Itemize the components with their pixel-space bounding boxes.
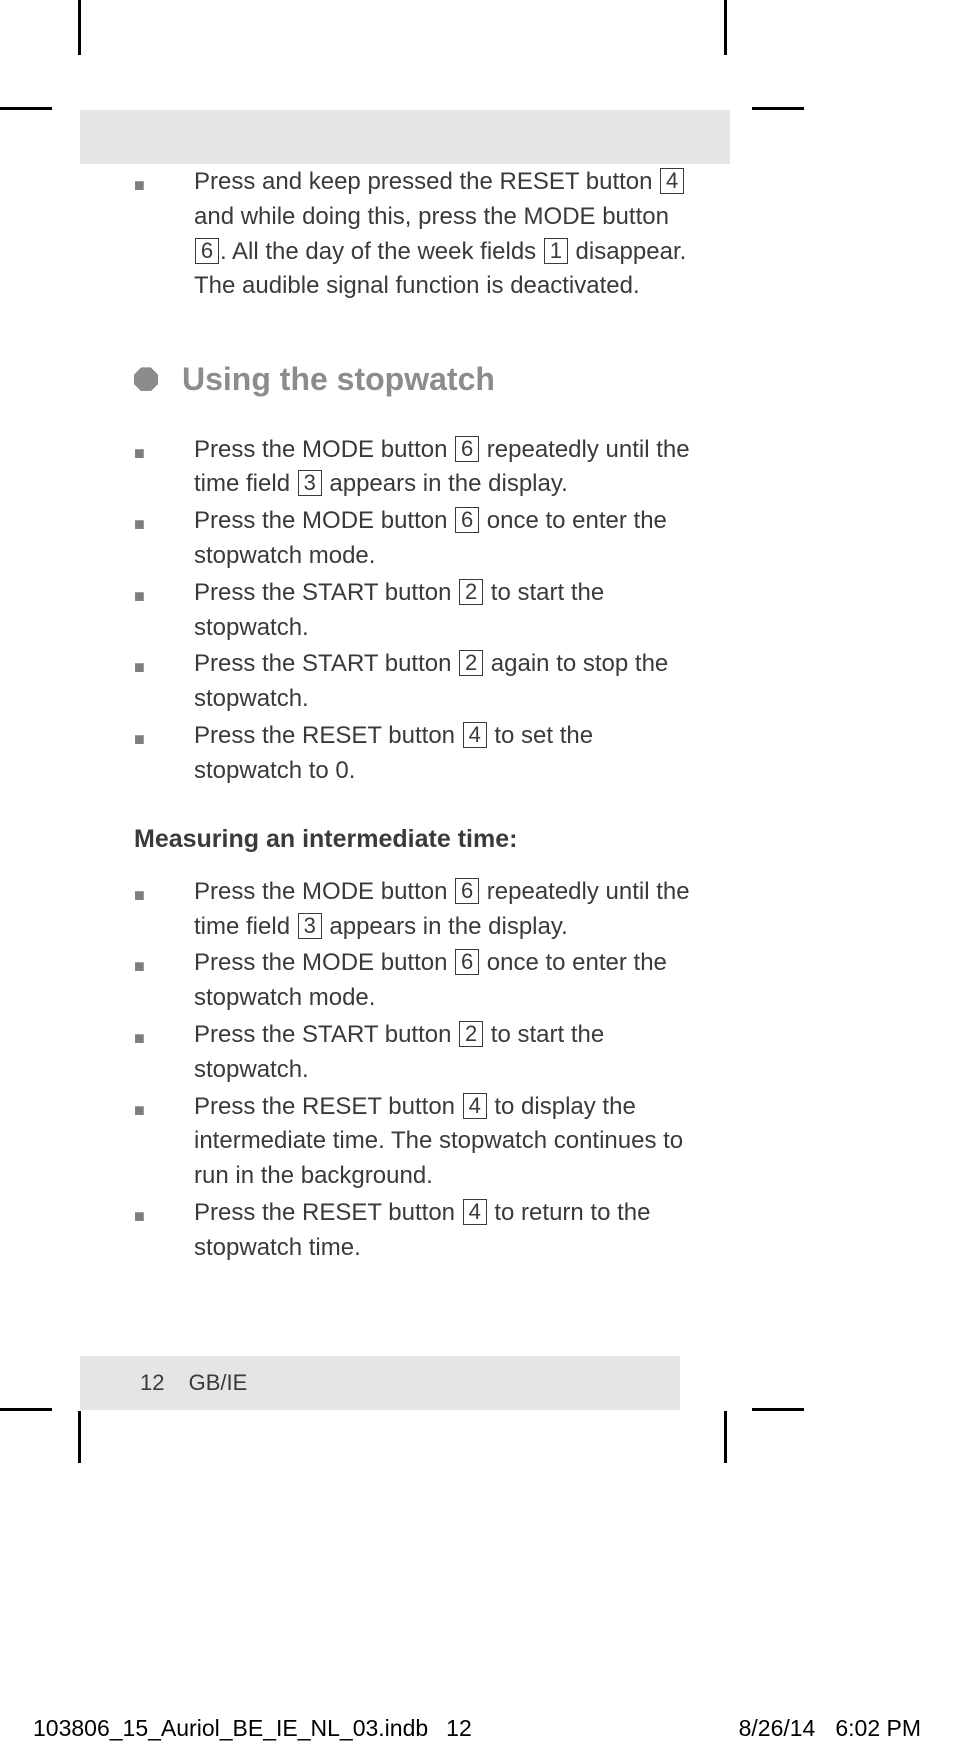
list-text: Press the START button 2 to start the st… bbox=[194, 1018, 694, 1088]
region-code: GB/IE bbox=[189, 1370, 248, 1395]
list-text: Press the MODE button 6 repeatedly until… bbox=[194, 433, 694, 503]
crop-mark bbox=[724, 0, 727, 55]
slug-file: 103806_15_Auriol_BE_IE_NL_03.indb bbox=[33, 1715, 428, 1742]
bullet-icon: ■ bbox=[134, 875, 194, 945]
list-text: Press the START button 2 again to stop t… bbox=[194, 647, 694, 717]
ref-box: 2 bbox=[459, 650, 483, 676]
page-footer: 12 GB/IE bbox=[140, 1370, 247, 1396]
octagon-icon bbox=[134, 367, 158, 391]
text: Press the RESET button bbox=[194, 1199, 462, 1226]
bullet-icon: ■ bbox=[134, 165, 194, 304]
text: Press the MODE button bbox=[194, 436, 454, 463]
slug-time: 6:02 PM bbox=[835, 1715, 921, 1742]
prepress-slug: 103806_15_Auriol_BE_IE_NL_03.indb 12 8/2… bbox=[33, 1715, 921, 1742]
list-item: ■ Press the START button 2 to start the … bbox=[134, 576, 694, 646]
page-number: 12 bbox=[140, 1370, 164, 1395]
ref-box: 4 bbox=[463, 1093, 487, 1119]
list-text: Press and keep pressed the RESET button … bbox=[194, 165, 694, 304]
ref-box: 6 bbox=[455, 507, 479, 533]
text: Press the MODE button bbox=[194, 949, 454, 976]
bullet-icon: ■ bbox=[134, 647, 194, 717]
text: appears in the display. bbox=[323, 913, 568, 940]
ref-box: 3 bbox=[298, 470, 322, 496]
ref-box: 4 bbox=[660, 168, 684, 194]
ref-box: 3 bbox=[298, 913, 322, 939]
list-text: Press the RESET button 4 to display the … bbox=[194, 1090, 694, 1194]
ref-box: 2 bbox=[459, 1021, 483, 1047]
list-item: ■ Press the RESET button 4 to return to … bbox=[134, 1196, 694, 1266]
text: Press the MODE button bbox=[194, 878, 454, 905]
crop-mark bbox=[752, 107, 804, 110]
text: . All the day of the week fields bbox=[220, 238, 543, 265]
list-text: Press the MODE button 6 once to enter th… bbox=[194, 946, 694, 1016]
crop-mark bbox=[78, 0, 81, 55]
list-item: ■ Press the START button 2 to start the … bbox=[134, 1018, 694, 1088]
ref-box: 4 bbox=[463, 1199, 487, 1225]
subheading: Measuring an intermediate time: bbox=[134, 821, 694, 857]
text: Press the RESET button bbox=[194, 722, 462, 749]
bullet-icon: ■ bbox=[134, 1090, 194, 1194]
crop-mark bbox=[0, 1408, 52, 1411]
list-text: Press the MODE button 6 once to enter th… bbox=[194, 504, 694, 574]
list-item: ■ Press the RESET button 4 to display th… bbox=[134, 1090, 694, 1194]
list-text: Press the RESET button 4 to return to th… bbox=[194, 1196, 694, 1266]
list-item: ■ Press the MODE button 6 repeatedly unt… bbox=[134, 433, 694, 503]
text: Press the MODE button bbox=[194, 507, 454, 534]
text: Press the START button bbox=[194, 650, 458, 677]
list-item: ■ Press and keep pressed the RESET butto… bbox=[134, 165, 694, 304]
bullet-icon: ■ bbox=[134, 1196, 194, 1266]
bullet-icon: ■ bbox=[134, 946, 194, 1016]
bullet-icon: ■ bbox=[134, 504, 194, 574]
list-item: ■ Press the MODE button 6 repeatedly unt… bbox=[134, 875, 694, 945]
slug-page: 12 bbox=[446, 1715, 472, 1742]
crop-mark bbox=[752, 1408, 804, 1411]
text: Press and keep pressed the RESET button bbox=[194, 168, 659, 195]
text: appears in the display. bbox=[323, 470, 568, 497]
crop-mark bbox=[0, 107, 52, 110]
list-item: ■ Press the MODE button 6 once to enter … bbox=[134, 504, 694, 574]
list-item: ■ Press the RESET button 4 to set the st… bbox=[134, 719, 694, 789]
text: Press the START button bbox=[194, 1021, 458, 1048]
crop-mark bbox=[78, 1411, 81, 1463]
header-strip bbox=[80, 110, 730, 164]
slug-date: 8/26/14 bbox=[739, 1715, 816, 1742]
ref-box: 2 bbox=[459, 579, 483, 605]
text: Press the RESET button bbox=[194, 1093, 462, 1120]
ref-box: 4 bbox=[463, 722, 487, 748]
text: and while doing this, press the MODE but… bbox=[194, 203, 669, 230]
bullet-icon: ■ bbox=[134, 433, 194, 503]
list-item: ■ Press the MODE button 6 once to enter … bbox=[134, 946, 694, 1016]
bullet-icon: ■ bbox=[134, 576, 194, 646]
crop-mark bbox=[724, 1411, 727, 1463]
ref-box: 6 bbox=[455, 949, 479, 975]
bullet-icon: ■ bbox=[134, 719, 194, 789]
list-text: Press the MODE button 6 repeatedly until… bbox=[194, 875, 694, 945]
footer-strip: 12 GB/IE bbox=[80, 1356, 680, 1410]
list-item: ■ Press the START button 2 again to stop… bbox=[134, 647, 694, 717]
section-heading: Using the stopwatch bbox=[134, 356, 694, 402]
bullet-icon: ■ bbox=[134, 1018, 194, 1088]
page-content: ■ Press and keep pressed the RESET butto… bbox=[134, 165, 694, 1268]
page-body: ■ Press and keep pressed the RESET butto… bbox=[80, 110, 724, 1410]
ref-box: 1 bbox=[544, 238, 568, 264]
list-text: Press the START button 2 to start the st… bbox=[194, 576, 694, 646]
section-heading-text: Using the stopwatch bbox=[182, 356, 495, 402]
ref-box: 6 bbox=[455, 878, 479, 904]
ref-box: 6 bbox=[455, 436, 479, 462]
text: Press the START button bbox=[194, 579, 458, 606]
ref-box: 6 bbox=[195, 238, 219, 264]
list-text: Press the RESET button 4 to set the stop… bbox=[194, 719, 694, 789]
